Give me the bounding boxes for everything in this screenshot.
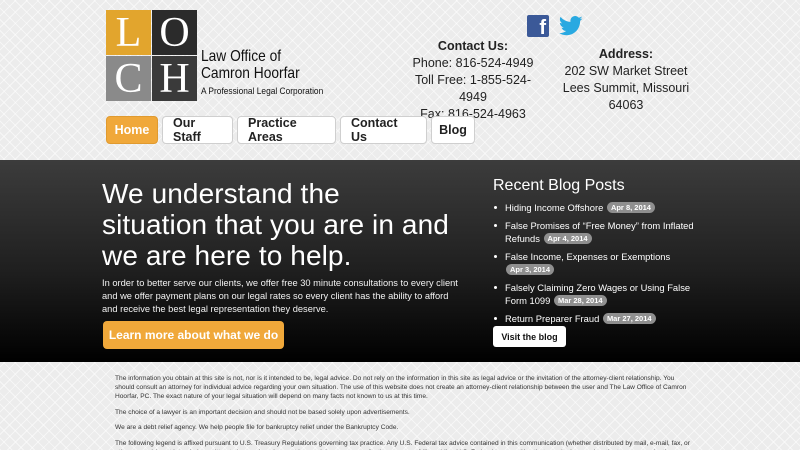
address-line1: 202 SW Market Street [564, 64, 688, 78]
date-badge: Apr 4, 2014 [543, 233, 592, 244]
logo-name-line1: Law Office of [201, 48, 282, 65]
blog-post-link[interactable]: Return Preparer Fraud [505, 313, 599, 324]
blog-post-link[interactable]: False Income, Expenses or Exemptions [505, 251, 670, 262]
learn-more-button[interactable]: Learn more about what we do [103, 321, 284, 349]
hero-title: We understand the situation that you are… [102, 178, 449, 271]
legal-disclaimer: The information you obtain at this site … [115, 374, 695, 450]
blog-post-item: False Promises of “Free Money” from Infl… [493, 219, 713, 245]
disclaimer-paragraph: The choice of a lawyer is an important d… [115, 408, 410, 416]
nav-contact-us[interactable]: Contact Us [340, 116, 427, 144]
date-badge: Mar 28, 2014 [553, 295, 607, 306]
blog-post-item: Hiding Income Offshore Apr 8, 2014 [493, 201, 713, 214]
blog-post-list: Hiding Income Offshore Apr 8, 2014 False… [493, 201, 713, 325]
date-badge: Mar 27, 2014 [602, 313, 656, 324]
facebook-icon[interactable]: f [527, 15, 549, 37]
disclaimer-paragraph: The information you obtain at this site … [115, 375, 687, 400]
logo-letter-h: H [152, 56, 197, 101]
address-heading: Address: [598, 47, 654, 61]
hero-section: We understand the situation that you are… [0, 160, 800, 362]
nav-blog[interactable]: Blog [431, 116, 475, 144]
logo-text[interactable]: Law Office of Camron Hoorfar A Professio… [201, 48, 331, 97]
visit-blog-button[interactable]: Visit the blog [493, 326, 566, 347]
blog-post-link[interactable]: False Promises of “Free Money” from Infl… [505, 220, 694, 244]
address-block: Address: 202 SW Market Street Lees Summi… [546, 46, 706, 114]
blog-post-item: False Income, Expenses or Exemptions Apr… [493, 250, 713, 276]
logo-letter-c: C [106, 56, 151, 101]
blog-post-link[interactable]: Hiding Income Offshore [505, 202, 603, 213]
blog-post-item: Return Preparer Fraud Mar 27, 2014 [493, 312, 713, 325]
contact-block: Contact Us: Phone: 816-524-4949 Toll Fre… [406, 38, 540, 123]
blog-post-item: Falsely Claiming Zero Wages or Using Fal… [493, 281, 713, 307]
logo-name-line2: Camron Hoorfar [201, 65, 300, 82]
contact-phone[interactable]: Phone: 816-524-4949 [406, 55, 540, 72]
social-links: f [527, 15, 583, 37]
date-badge: Apr 8, 2014 [606, 202, 655, 213]
logo-tagline: A Professional Legal Corporation [201, 86, 324, 97]
contact-toll-free[interactable]: Toll Free: 1-855-524-4949 [406, 72, 540, 106]
nav-home[interactable]: Home [106, 116, 158, 144]
disclaimer-paragraph: We are a debt relief agency. We help peo… [115, 424, 399, 431]
contact-heading: Contact Us: [437, 39, 509, 53]
nav-practice-areas[interactable]: Practice Areas [237, 116, 336, 144]
address-line2: Lees Summit, Missouri 64063 [562, 81, 690, 112]
logo-letter-o: O [152, 10, 197, 55]
main-nav: Home Our Staff Practice Areas Contact Us… [106, 116, 475, 144]
blog-title: Recent Blog Posts [493, 177, 625, 194]
twitter-icon[interactable] [559, 15, 583, 37]
hero-body: In order to better serve our clients, we… [102, 278, 458, 314]
recent-blog-posts: Recent Blog Posts Hiding Income Offshore… [493, 177, 713, 347]
date-badge: Apr 3, 2014 [506, 264, 555, 275]
logo-letter-l: L [106, 10, 151, 55]
nav-our-staff[interactable]: Our Staff [162, 116, 233, 144]
logo[interactable]: L O C H [106, 10, 197, 101]
disclaimer-paragraph: The following legend is affixed pursuant… [115, 439, 690, 450]
